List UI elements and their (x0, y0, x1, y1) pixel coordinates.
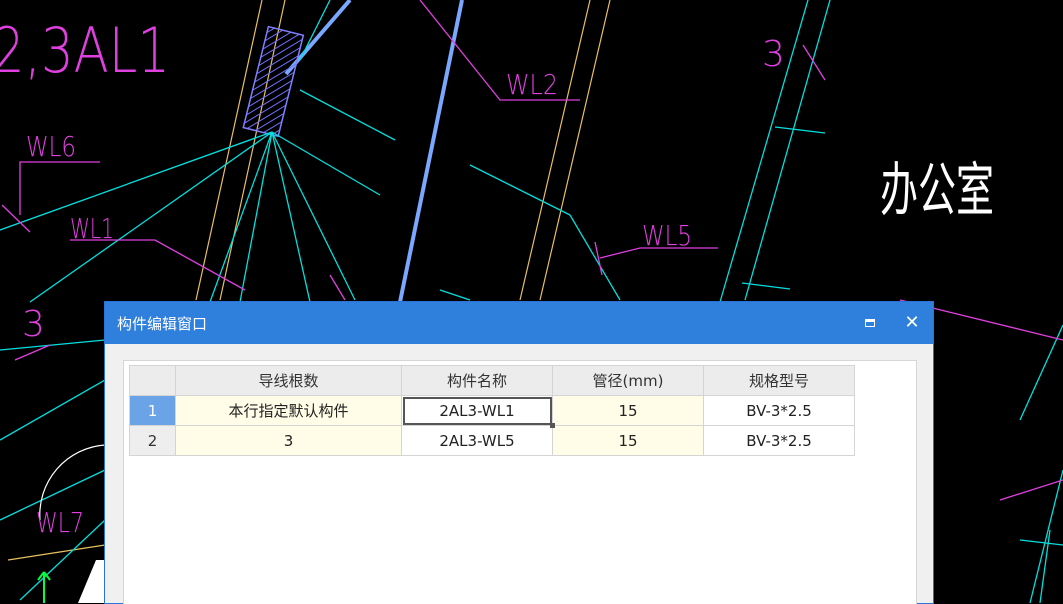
row-number[interactable]: 2 (129, 425, 176, 456)
restore-button[interactable] (849, 302, 891, 344)
cad-label-wl5: WL5 (642, 219, 692, 252)
cad-label-wl1: WL1 (70, 212, 114, 245)
cad-label-3-left: 3 (22, 304, 45, 345)
column-header-spec-model[interactable]: 规格型号 (703, 365, 855, 396)
cad-label-wl2: WL2 (506, 68, 558, 101)
column-header-pipe-diameter[interactable]: 管径(mm) (552, 365, 704, 396)
grid-header-row: 导线根数 构件名称 管径(mm) 规格型号 (129, 365, 855, 396)
grid-panel: 导线根数 构件名称 管径(mm) 规格型号 1 本行指定默认构件 2AL3-WL… (123, 360, 917, 604)
cell-component-name[interactable]: 2AL3-WL1 (401, 395, 555, 428)
close-icon: ✕ (904, 312, 920, 333)
cad-label-wl6: WL6 (26, 130, 76, 163)
column-header-wire-count[interactable]: 导线根数 (175, 365, 402, 396)
dialog-titlebar[interactable]: 构件编辑窗口 ✕ (105, 302, 933, 344)
fill-handle[interactable] (550, 423, 555, 428)
cell-component-name-text: 2AL3-WL1 (439, 401, 515, 420)
table-row[interactable]: 1 本行指定默认构件 2AL3-WL1 15 BV-3*2.5 (129, 395, 855, 428)
cell-wire-count[interactable]: 本行指定默认构件 (175, 395, 402, 426)
cell-pipe-diameter[interactable]: 15 (552, 425, 704, 456)
table-row[interactable]: 2 3 2AL3-WL5 15 BV-3*2.5 (129, 425, 855, 456)
dialog-title: 构件编辑窗口 (117, 314, 208, 333)
close-button[interactable]: ✕ (891, 302, 933, 344)
cell-component-name[interactable]: 2AL3-WL5 (401, 425, 553, 456)
cad-label-top-left: 2,3AL1 (0, 14, 170, 87)
cell-pipe-diameter[interactable]: 15 (552, 395, 704, 426)
row-number[interactable]: 1 (129, 395, 176, 426)
cad-label-wl7: WL7 (36, 506, 84, 539)
cad-label-3-top: 3 (762, 34, 785, 75)
grid-corner-cell[interactable] (129, 365, 176, 396)
column-header-component-name[interactable]: 构件名称 (401, 365, 553, 396)
cell-spec-model[interactable]: BV-3*2.5 (703, 425, 855, 456)
component-edit-dialog: 构件编辑窗口 ✕ 导线根数 构件名称 管径(mm) 规格型号 1 本行指定默认构… (105, 302, 933, 604)
restore-icon (865, 319, 875, 327)
cad-label-room: 办公室 (880, 156, 994, 224)
component-grid: 导线根数 构件名称 管径(mm) 规格型号 1 本行指定默认构件 2AL3-WL… (129, 365, 855, 456)
cell-wire-count[interactable]: 3 (175, 425, 402, 456)
cell-spec-model[interactable]: BV-3*2.5 (703, 395, 855, 426)
